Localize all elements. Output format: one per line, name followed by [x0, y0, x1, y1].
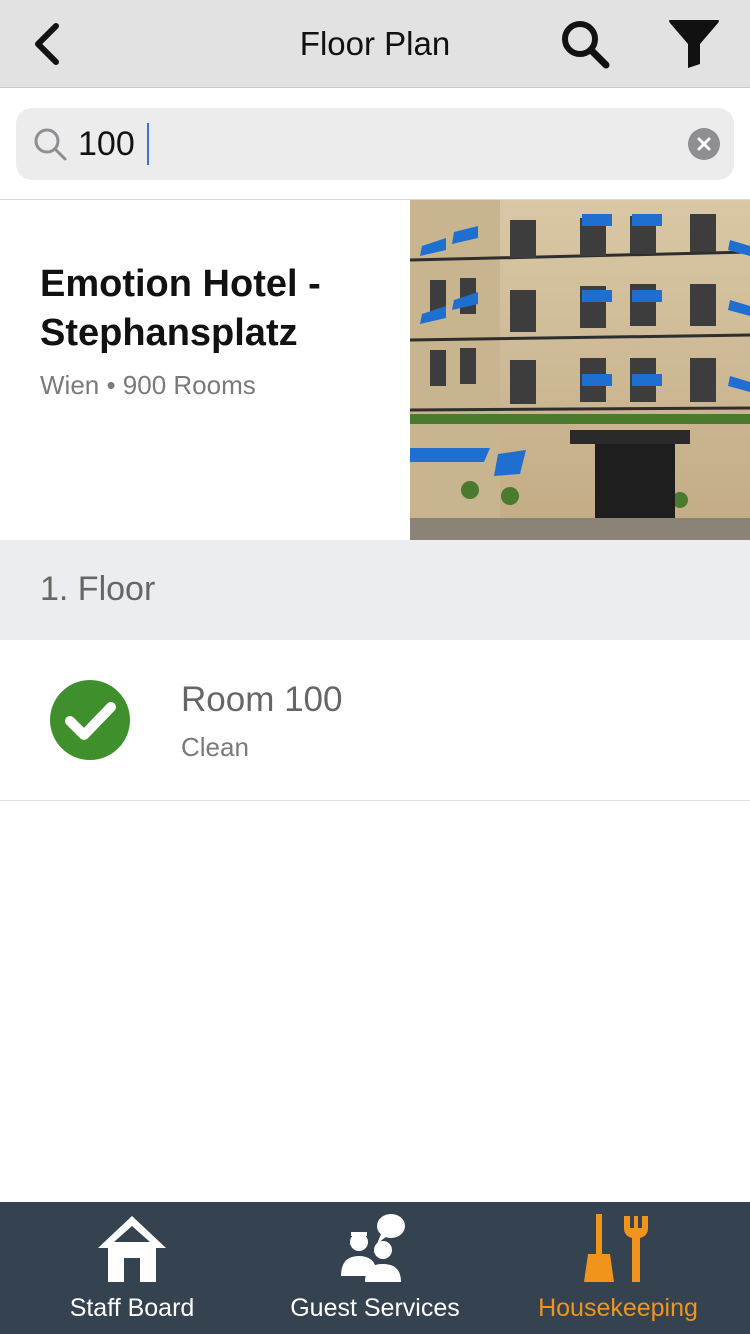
- search-button[interactable]: [556, 16, 614, 72]
- search-icon: [562, 21, 610, 69]
- clear-icon: [697, 137, 711, 151]
- housekeeping-icon: [584, 1214, 648, 1282]
- back-button[interactable]: [22, 18, 74, 70]
- hotel-name: Emotion Hotel - Stephansplatz: [40, 263, 321, 354]
- search-input[interactable]: [78, 118, 658, 170]
- search-icon: [34, 128, 67, 161]
- tab-housekeeping[interactable]: Housekeeping: [493, 1202, 743, 1334]
- tab-bar: Staff Board Guest Services Housekeeping: [0, 1202, 750, 1334]
- tab-guest-services[interactable]: Guest Services: [250, 1202, 500, 1334]
- tab-label: Guest Services: [290, 1294, 460, 1322]
- room-name: Room 100: [181, 680, 343, 719]
- clean-status-icon: [50, 680, 130, 760]
- filter-button[interactable]: [664, 14, 724, 72]
- nav-bar: Floor Plan: [0, 0, 750, 88]
- hotel-meta: Wien • 900 Rooms: [40, 370, 256, 400]
- hotel-photo: [410, 200, 750, 540]
- tab-label: Staff Board: [69, 1294, 195, 1322]
- floor-label: 1. Floor: [40, 570, 156, 608]
- room-status: Clean: [181, 732, 249, 762]
- tab-staff-board[interactable]: Staff Board: [7, 1202, 257, 1334]
- room-row[interactable]: Room 100 Clean: [0, 640, 750, 801]
- search-field[interactable]: [16, 108, 734, 180]
- clear-search-button[interactable]: [688, 128, 720, 160]
- home-icon: [98, 1216, 166, 1282]
- page-title: Floor Plan: [299, 25, 451, 62]
- guest-services-icon: [341, 1214, 405, 1282]
- chevron-left-icon: [35, 23, 59, 65]
- floor-section-header: 1. Floor: [0, 540, 750, 640]
- tab-label: Housekeeping: [538, 1294, 698, 1322]
- text-cursor: [147, 123, 149, 165]
- filter-icon: [669, 20, 719, 68]
- search-bar: [0, 88, 750, 200]
- hotel-card[interactable]: Emotion Hotel - Stephansplatz Wien • 900…: [0, 200, 750, 540]
